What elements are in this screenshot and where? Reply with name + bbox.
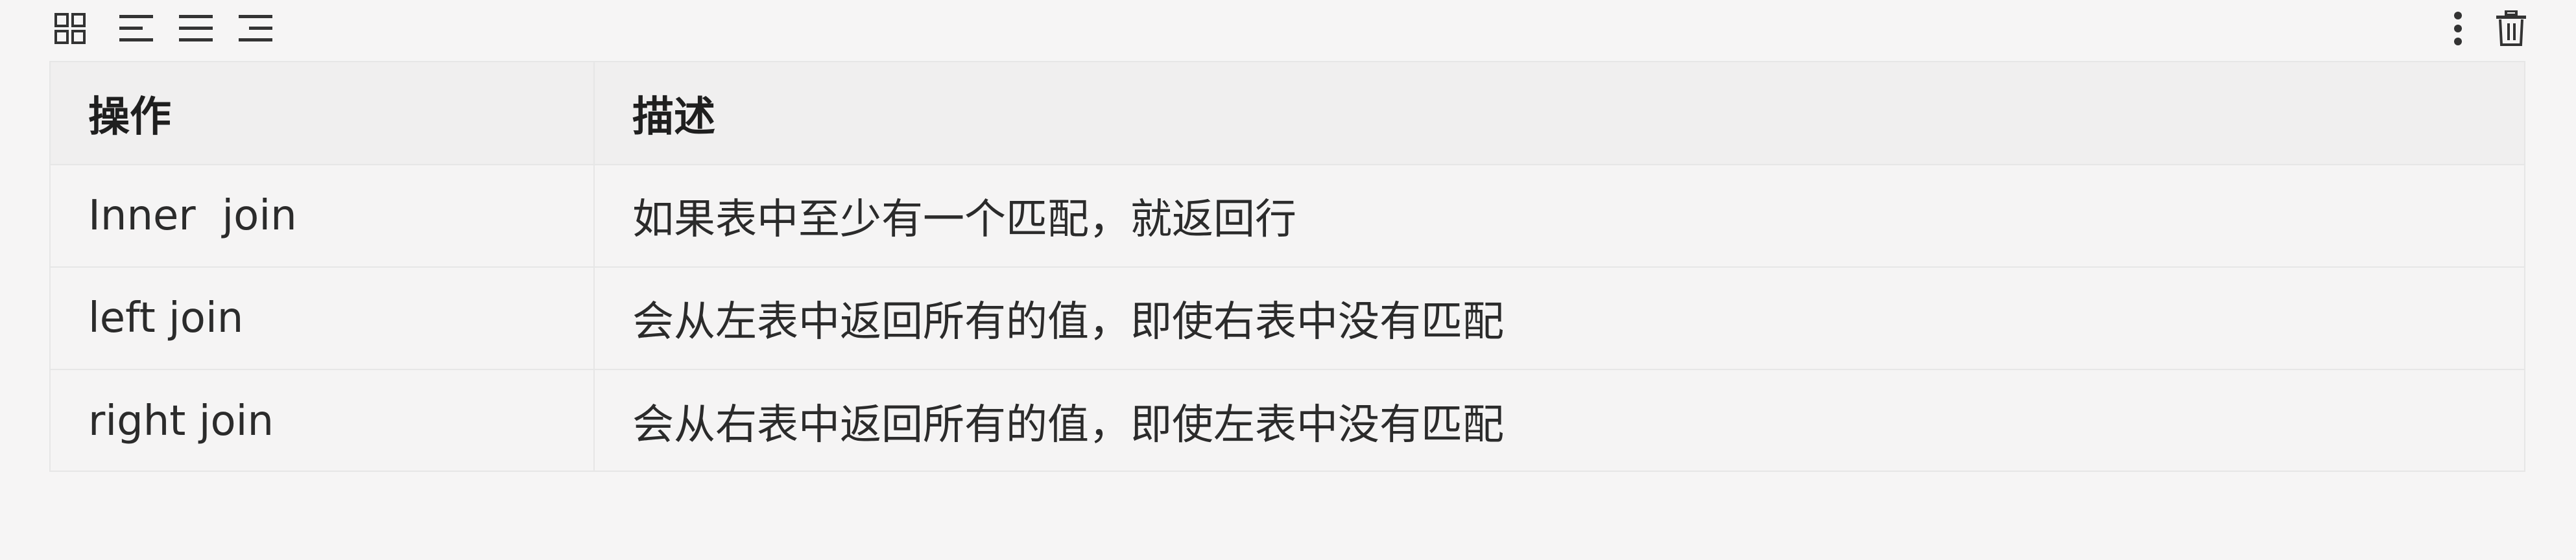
more-vertical-icon[interactable] [2439,9,2477,48]
align-center-icon[interactable] [176,9,215,48]
grid-icon[interactable] [51,9,89,48]
table-cell-description[interactable]: 会从右表中返回所有的值，即使左表中没有匹配 [594,369,2524,472]
table-header-row: 操作 描述 [51,62,2524,165]
table-cell-operation[interactable]: left join [51,267,595,370]
trash-icon[interactable] [2492,9,2531,48]
table-row: Inner join 如果表中至少有一个匹配，就返回行 [51,165,2524,268]
table-row: left join 会从左表中返回所有的值，即使右表中没有匹配 [51,267,2524,370]
column-header-operation[interactable]: 操作 [51,62,595,165]
table-toolbar [0,0,2576,57]
column-header-description[interactable]: 描述 [594,62,2524,165]
data-table: 操作 描述 Inner join 如果表中至少有一个匹配，就返回行 left j… [49,61,2525,472]
align-right-icon[interactable] [236,9,275,48]
table-cell-operation[interactable]: right join [51,369,595,472]
table-cell-description[interactable]: 会从左表中返回所有的值，即使右表中没有匹配 [594,267,2524,370]
align-left-icon[interactable] [117,9,156,48]
table-cell-description[interactable]: 如果表中至少有一个匹配，就返回行 [594,165,2524,268]
table-cell-operation[interactable]: Inner join [51,165,595,268]
table-row: right join 会从右表中返回所有的值，即使左表中没有匹配 [51,369,2524,472]
